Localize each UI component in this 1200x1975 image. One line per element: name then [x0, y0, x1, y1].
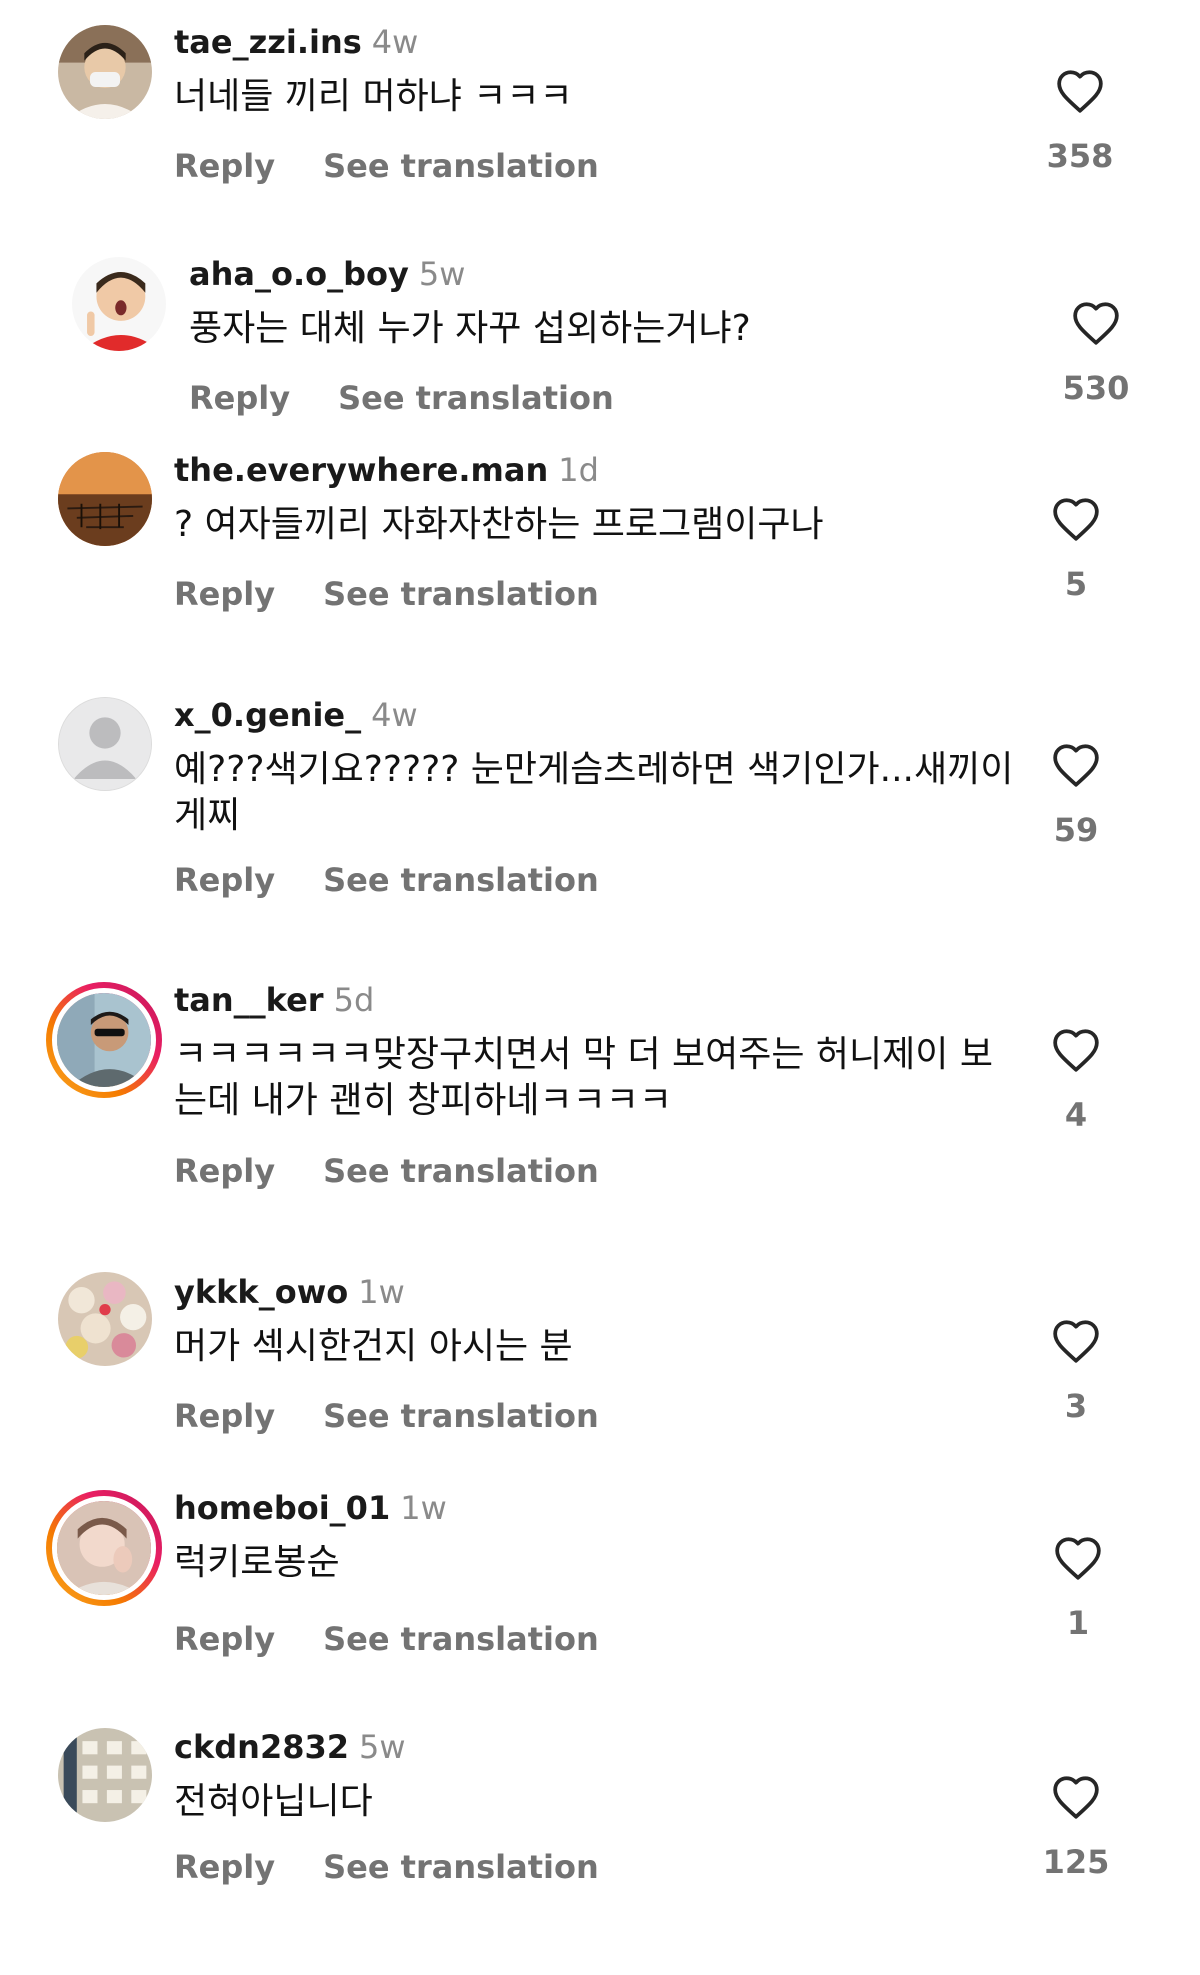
heart-icon[interactable]: [1051, 1027, 1101, 1073]
avatar[interactable]: [58, 25, 152, 119]
reply-button[interactable]: Reply: [189, 379, 290, 417]
person-sunglasses-photo-icon: [57, 993, 151, 1087]
username[interactable]: tae_zzi.ins: [174, 23, 362, 61]
comment-text: 머가 섹시한건지 아시는 분: [174, 1326, 573, 1367]
reply-button[interactable]: Reply: [174, 1848, 275, 1886]
username[interactable]: the.everywhere.man: [174, 451, 548, 489]
timestamp: 1w: [400, 1489, 447, 1527]
see-translation-button[interactable]: See translation: [323, 1848, 599, 1886]
comment-text: ㅋㅋㅋㅋㅋㅋ맞장구치면서 막 더 보여주는 허니제이 보는데 내가 괜히 창피하…: [174, 1034, 993, 1121]
heart-icon[interactable]: [1051, 496, 1101, 542]
like-count: 1: [1066, 1604, 1090, 1642]
person-photo-icon: [57, 1501, 151, 1595]
username[interactable]: ckdn2832: [174, 1728, 349, 1766]
see-translation-button[interactable]: See translation: [323, 1397, 599, 1435]
sunset-photo-icon: [58, 452, 152, 546]
heart-icon[interactable]: [1053, 1535, 1103, 1581]
avatar[interactable]: [58, 1272, 152, 1366]
avatar[interactable]: [72, 257, 166, 351]
comment-text: ? 여자들끼리 자화자찬하는 프로그램이구나: [174, 504, 824, 545]
reply-button[interactable]: Reply: [174, 1620, 275, 1658]
comment-text: 너네들 끼리 머하냐 ㅋㅋㅋ: [174, 76, 573, 117]
reply-button[interactable]: Reply: [174, 1152, 275, 1190]
comment-text: 풍자는 대체 누가 자꾸 섭외하는거냐?: [189, 308, 751, 349]
see-translation-button[interactable]: See translation: [323, 575, 599, 613]
like-count: 59: [1053, 811, 1099, 849]
username[interactable]: aha_o.o_boy: [189, 255, 409, 293]
pattern-photo-icon: [58, 1728, 152, 1822]
see-translation-button[interactable]: See translation: [338, 379, 614, 417]
timestamp: 1d: [558, 451, 599, 489]
child-photo-icon: [72, 257, 166, 351]
person-photo-icon: [58, 25, 152, 119]
username[interactable]: x_0.genie_: [174, 696, 361, 734]
timestamp: 5w: [418, 255, 466, 293]
like-count: 358: [1046, 137, 1114, 175]
avatar[interactable]: [58, 697, 152, 791]
timestamp: 5d: [333, 981, 375, 1019]
see-translation-button[interactable]: See translation: [323, 1620, 599, 1658]
reply-button[interactable]: Reply: [174, 861, 275, 899]
comment-text: 럭키로봉순: [174, 1542, 340, 1583]
like-count: 5: [1064, 565, 1088, 603]
like-count: 530: [1062, 369, 1130, 407]
see-translation-button[interactable]: See translation: [323, 861, 599, 899]
avatar-story-ring[interactable]: [46, 982, 162, 1098]
heart-icon[interactable]: [1051, 742, 1101, 788]
like-count: 125: [1042, 1843, 1110, 1881]
timestamp: 1w: [358, 1273, 405, 1311]
avatar[interactable]: [58, 1728, 152, 1822]
avatar[interactable]: [58, 452, 152, 546]
comment-text: 전혀아닙니다: [174, 1781, 373, 1822]
see-translation-button[interactable]: See translation: [323, 1152, 599, 1190]
see-translation-button[interactable]: See translation: [323, 147, 599, 185]
heart-icon[interactable]: [1051, 1318, 1101, 1364]
username[interactable]: tan__ker: [174, 981, 324, 1019]
heart-icon[interactable]: [1055, 68, 1105, 114]
default-avatar-icon: [59, 698, 151, 790]
avatar-story-ring[interactable]: [46, 1490, 162, 1606]
reply-button[interactable]: Reply: [174, 147, 275, 185]
heart-icon[interactable]: [1071, 300, 1121, 346]
username[interactable]: homeboi_01: [174, 1489, 390, 1527]
reply-button[interactable]: Reply: [174, 575, 275, 613]
timestamp: 5w: [359, 1728, 406, 1766]
reply-button[interactable]: Reply: [174, 1397, 275, 1435]
comment-text: 예???색기요????? 눈만게슴츠레하면 색기인가...새끼이게찌: [174, 749, 1014, 836]
timestamp: 4w: [371, 696, 418, 734]
like-count: 4: [1064, 1096, 1088, 1134]
plush-toys-photo-icon: [58, 1272, 152, 1366]
heart-icon[interactable]: [1051, 1774, 1101, 1820]
like-count: 3: [1064, 1387, 1088, 1425]
timestamp: 4w: [371, 23, 419, 61]
username[interactable]: ykkk_owo: [174, 1273, 348, 1311]
